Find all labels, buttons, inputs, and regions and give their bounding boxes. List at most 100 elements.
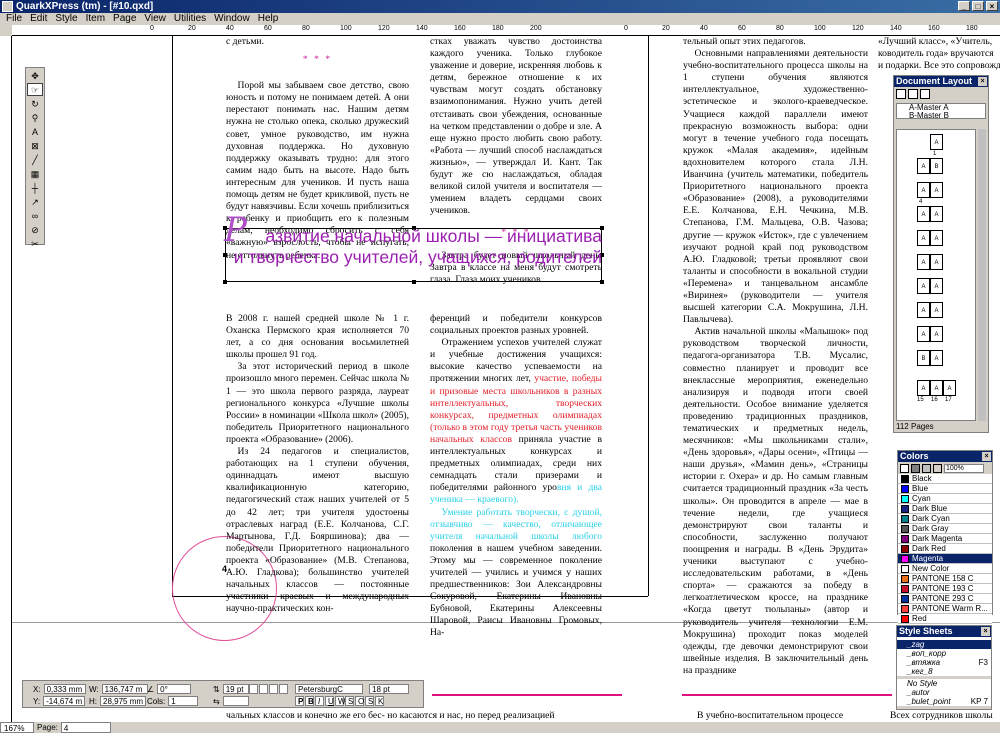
scissors-tool-icon[interactable]: ✂	[27, 237, 43, 250]
move-tool-icon[interactable]: ✥	[27, 69, 43, 82]
line-text-tool-icon[interactable]: ↗	[27, 195, 43, 208]
page-thumb[interactable]: A	[917, 254, 930, 270]
new-page-icon[interactable]	[896, 89, 906, 99]
color-item[interactable]: Red	[898, 614, 992, 624]
character-style-item[interactable]: No Style	[897, 679, 991, 688]
page-thumb[interactable]: A	[917, 158, 930, 174]
tint-field[interactable]: 100%	[944, 463, 984, 473]
page-thumb[interactable]: A	[943, 380, 956, 396]
page-scrollbar[interactable]	[978, 129, 986, 421]
word-underline-button[interactable]: W	[335, 696, 346, 706]
panel-title[interactable]: Style Sheets ×	[897, 626, 991, 637]
close-icon[interactable]: ×	[978, 77, 987, 86]
page-thumb[interactable]: A	[917, 206, 930, 222]
align-right-icon[interactable]	[269, 684, 278, 694]
color-item[interactable]: Cyan	[898, 494, 992, 504]
paragraph-style-item[interactable]: _кег_8	[897, 667, 991, 676]
resize-handle[interactable]	[223, 280, 227, 284]
close-icon[interactable]: ×	[982, 452, 991, 461]
page-thumb[interactable]: A	[930, 134, 943, 150]
align-justify-icon[interactable]	[279, 684, 288, 694]
color-item[interactable]: PANTONE 193 C	[898, 584, 992, 594]
width-field[interactable]: 136,747 m	[101, 684, 148, 694]
page-thumb[interactable]: A	[917, 326, 930, 342]
right-col2[interactable]: «Лучший класс», «Учитель, ководитель год…	[878, 36, 1000, 72]
italic-button[interactable]: I	[315, 696, 324, 706]
x-field[interactable]: 0,333 mm	[43, 684, 86, 694]
columns-field[interactable]: 1	[168, 696, 199, 706]
page-thumb[interactable]: A	[917, 278, 930, 294]
page-thumb[interactable]: B	[930, 158, 943, 174]
text-box-tool-icon[interactable]: A	[27, 125, 43, 138]
master-page-b[interactable]: B-Master B	[909, 112, 985, 120]
rotate-tool-icon[interactable]: ↻	[27, 97, 43, 110]
page-thumb[interactable]: A	[930, 380, 943, 396]
leading-arrows-icon[interactable]: ⇅	[213, 685, 220, 694]
color-item[interactable]: PANTONE 293 C	[898, 594, 992, 604]
all-caps-button[interactable]: K	[375, 696, 384, 706]
page-thumb[interactable]: A	[917, 380, 930, 396]
frame-color-icon[interactable]	[900, 463, 909, 473]
background-color-icon[interactable]	[922, 463, 931, 473]
page-thumbnails[interactable]: A 1 AB AA 4 AA AA AA AA AA AA BA AAA 15 …	[896, 129, 976, 421]
color-item[interactable]: Dark Blue	[898, 504, 992, 514]
resize-handle[interactable]	[412, 280, 416, 284]
paragraph-style-item[interactable]: _вoп_корр	[897, 649, 991, 658]
paragraph-style-item[interactable]: _втяжка F3	[897, 658, 991, 667]
app-icon[interactable]	[2, 1, 13, 12]
leading-field[interactable]: 19 pt	[222, 684, 249, 694]
color-item[interactable]: Black	[898, 474, 992, 484]
color-item[interactable]: New Color	[898, 564, 992, 574]
close-icon[interactable]: ×	[981, 627, 990, 636]
delete-page-icon[interactable]	[920, 89, 930, 99]
page-field[interactable]: 4	[60, 722, 111, 733]
page-thumb[interactable]: A	[930, 206, 943, 222]
align-center-icon[interactable]	[259, 684, 268, 694]
menu-file[interactable]: File	[2, 13, 26, 25]
color-item[interactable]: Blue	[898, 484, 992, 494]
color-item[interactable]: Dark Red	[898, 544, 992, 554]
page-thumb[interactable]: A	[930, 254, 943, 270]
menu-page[interactable]: Page	[109, 13, 140, 25]
menu-utilities[interactable]: Utilities	[170, 13, 210, 25]
menu-window[interactable]: Window	[210, 13, 254, 25]
outline-button[interactable]: O	[355, 696, 364, 706]
color-item[interactable]: PANTONE 158 C	[898, 574, 992, 584]
duplicate-page-icon[interactable]	[908, 89, 918, 99]
character-style-item[interactable]: _autor	[897, 688, 991, 697]
link-tool-icon[interactable]: ∞	[27, 209, 43, 222]
font-select[interactable]: PetersburgC	[295, 684, 363, 694]
page-thumb[interactable]: A	[917, 302, 930, 318]
gradient-icon[interactable]	[933, 463, 942, 473]
content-tool-icon[interactable]: ☞	[27, 83, 43, 96]
page-thumb[interactable]: A	[917, 230, 930, 246]
color-item[interactable]: PANTONE Warm R...	[898, 604, 992, 614]
page-thumb[interactable]: A	[930, 302, 943, 318]
panel-title[interactable]: Colors ×	[898, 451, 992, 462]
menu-help[interactable]: Help	[254, 13, 283, 25]
zoom-field[interactable]: 167%	[0, 722, 34, 733]
picture-box-tool-icon[interactable]: ⊠	[27, 139, 43, 152]
horizontal-ruler[interactable]: 0 20 40 60 80 100 120 140 160 180 200 0 20 40 60 80 100 1…	[12, 25, 1000, 36]
page-thumb[interactable]: A	[930, 326, 943, 342]
article-col2[interactable]: ференций и победители конкурсов социальн…	[430, 313, 602, 640]
menu-edit[interactable]: Edit	[26, 13, 51, 25]
right-col1[interactable]: тельный опыт этих педагогов. Основными н…	[683, 36, 868, 677]
line-tool-icon[interactable]: ╱	[27, 153, 43, 166]
page-thumb[interactable]: A	[930, 350, 943, 366]
character-style-item[interactable]: _bulet_point KP 7	[897, 697, 991, 706]
text-color-icon[interactable]	[911, 463, 920, 473]
article-col1[interactable]: В 2008 г. нашей средней школе № 1 г. Оха…	[226, 313, 409, 615]
color-item[interactable]: Magenta	[898, 554, 992, 564]
resize-handle[interactable]	[600, 280, 604, 284]
menu-item[interactable]: Item	[82, 13, 109, 25]
table-tool-icon[interactable]: ▦	[27, 167, 43, 180]
zoom-tool-icon[interactable]: ⚲	[27, 111, 43, 124]
menu-style[interactable]: Style	[51, 13, 81, 25]
minimize-button[interactable]: _	[958, 1, 970, 11]
close-button[interactable]: ×	[986, 1, 998, 11]
page-thumb[interactable]: A	[917, 182, 930, 198]
color-item[interactable]: Dark Gray	[898, 524, 992, 534]
page-thumb[interactable]: A	[930, 230, 943, 246]
paragraph-style-item[interactable]: _zag	[897, 640, 991, 649]
